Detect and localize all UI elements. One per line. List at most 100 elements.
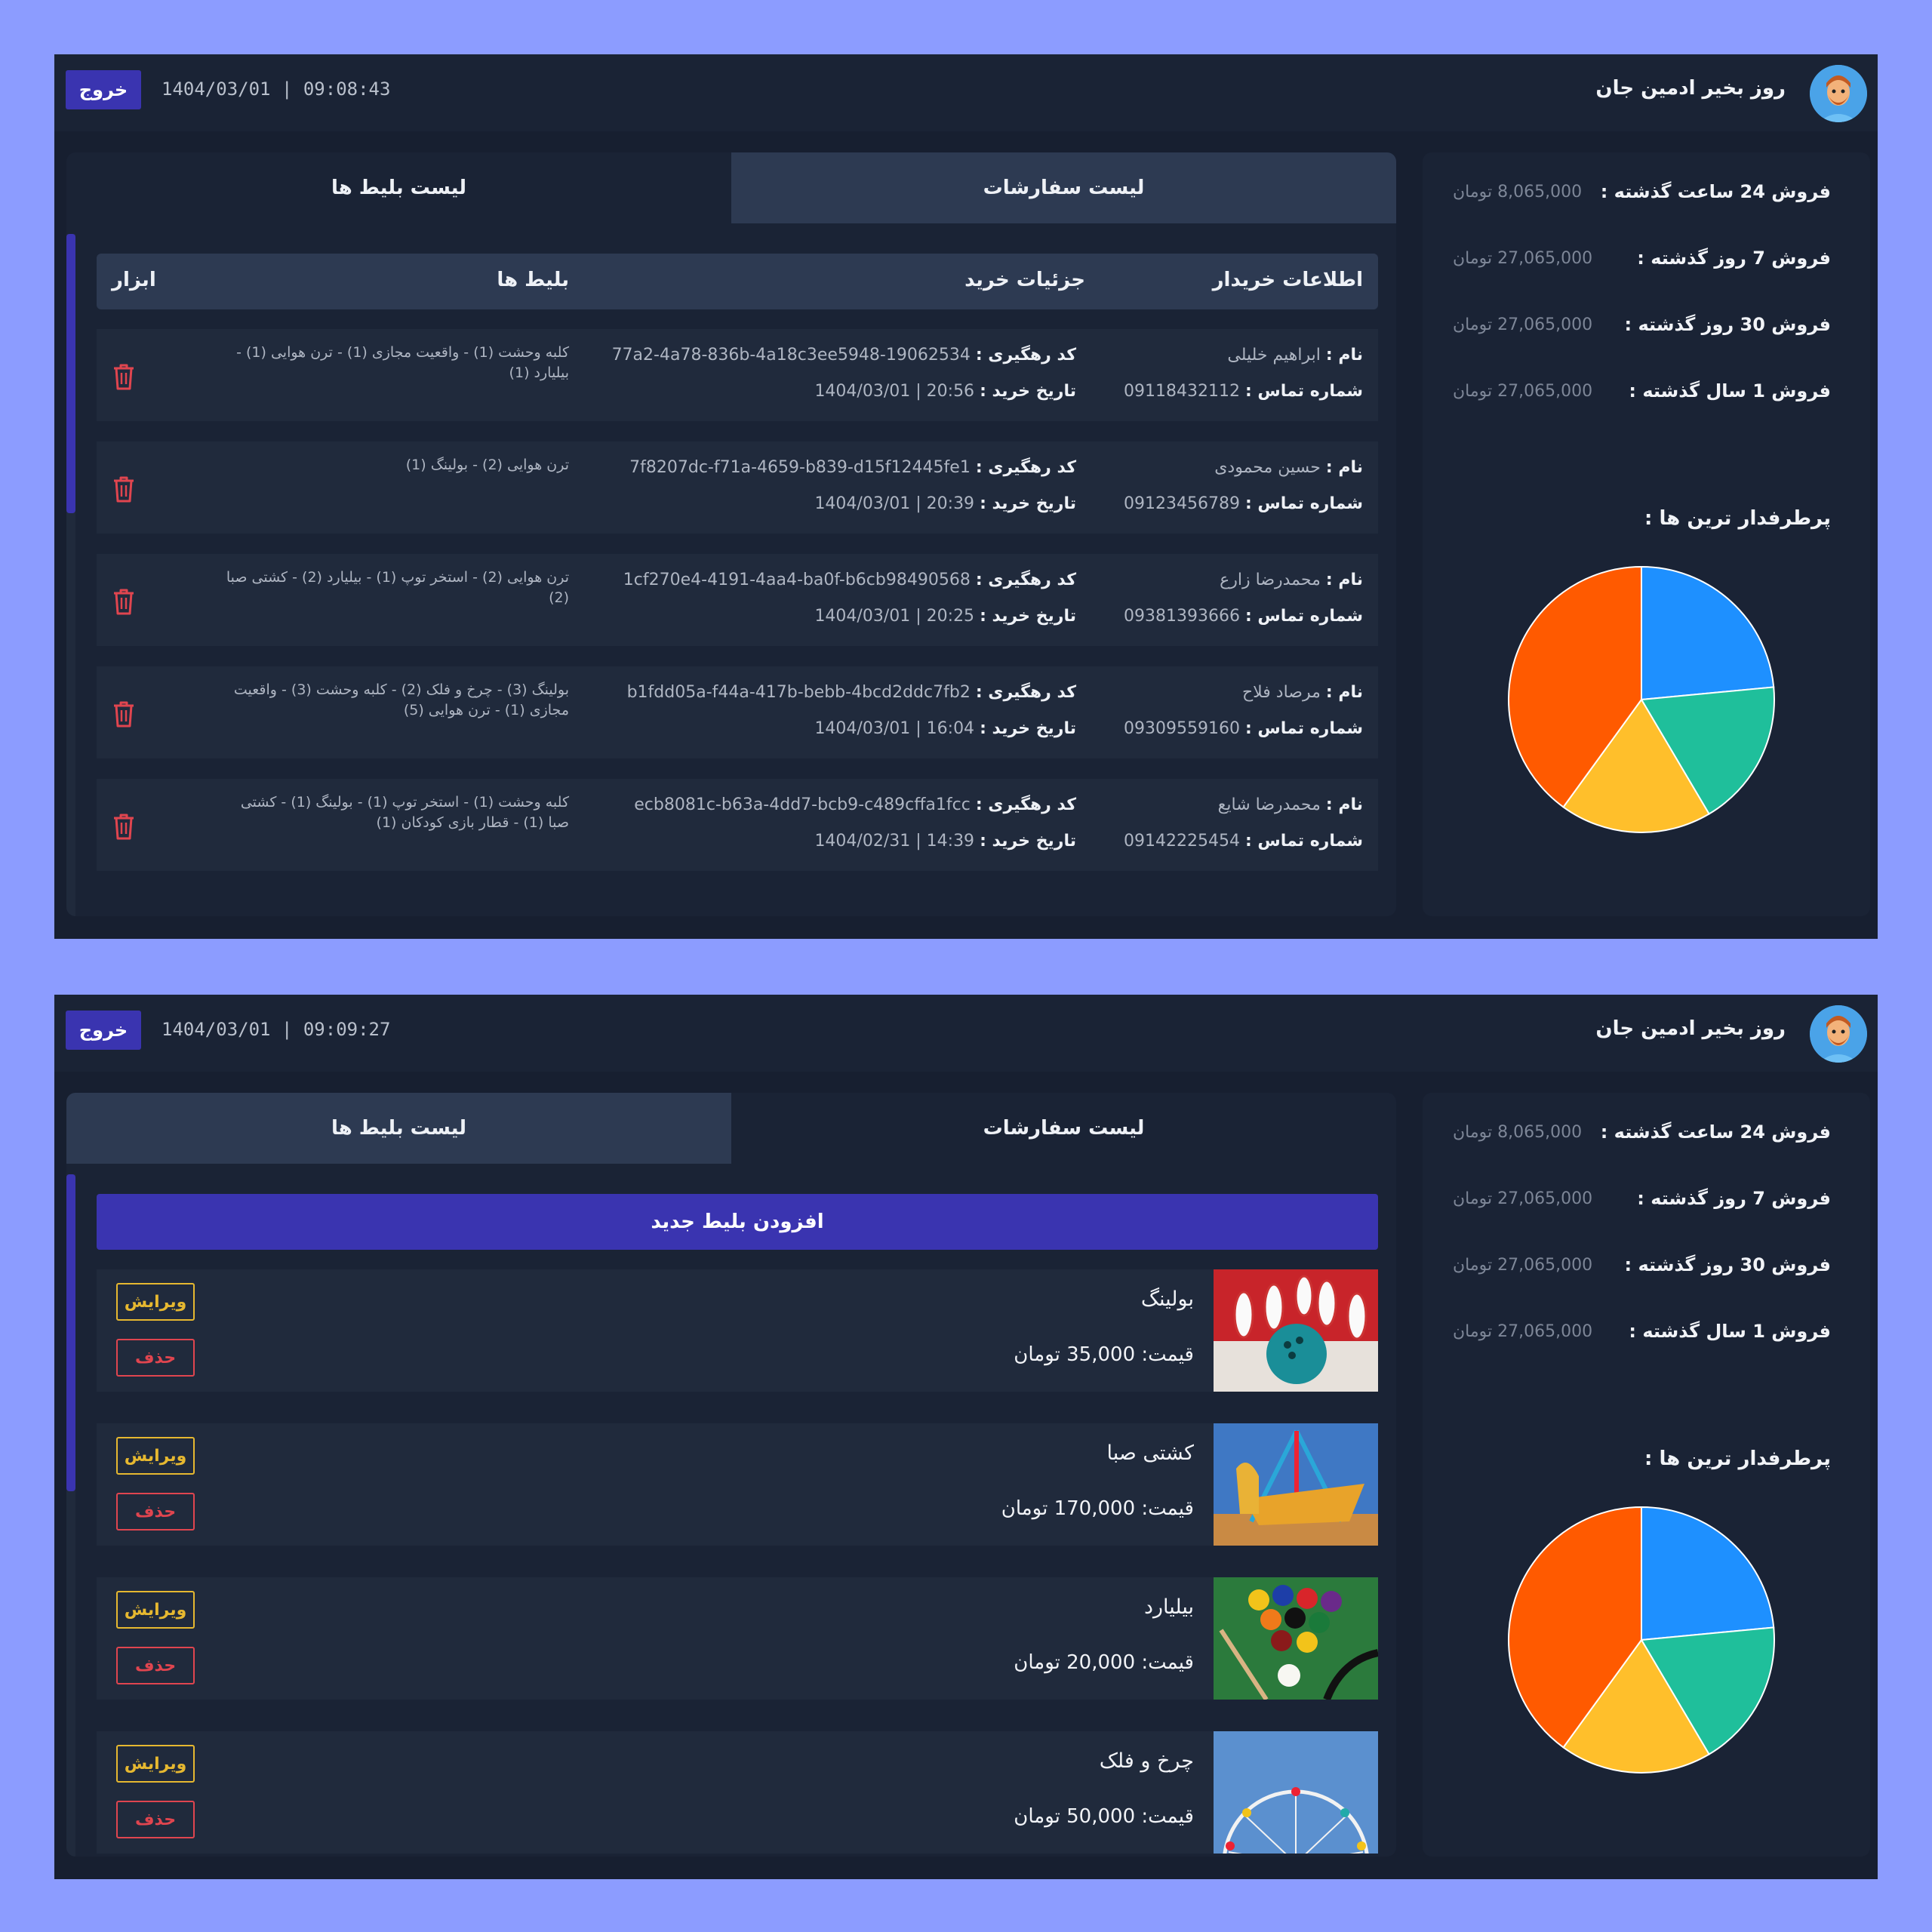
code-label: کد رهگیری : (975, 346, 1076, 365)
trash-icon[interactable] (112, 475, 136, 503)
name-label: نام : (1325, 458, 1363, 477)
delete-button[interactable]: حذف (116, 1647, 195, 1684)
stat-row: فروش 30 روز گذشته : 27,065,000 تومان (1453, 1251, 1831, 1281)
ticket-item: بولینگ قیمت: 35,000 تومان ویرایش حذف (97, 1269, 1378, 1392)
ticket-item: بیلیارد قیمت: 20,000 تومان ویرایش حذف (97, 1577, 1378, 1700)
ticket-summary: بولینگ (3) - چرخ و فلک (2) - کلبه وحشت (… (233, 681, 569, 718)
stat-label: فروش 30 روز گذشته : (1624, 1254, 1831, 1275)
pie-slice-1 (1641, 565, 1775, 701)
purchase-date: تاریخ خرید : 16:04 | 1404/03/01 (814, 719, 1076, 738)
pie-slice-1 (1641, 1506, 1775, 1641)
table-row: نام : ابراهیم خلیلی شماره تماس : 09118432… (97, 329, 1378, 421)
stat-label: فروش 7 روز گذشته : (1637, 1188, 1831, 1209)
top-header: روز بخیر ادمین جان خروج 1404/03/01 | 09:… (54, 995, 1878, 1072)
ticket-image-ferris-wheel (1214, 1731, 1378, 1854)
phone-label: شماره تماس : (1244, 607, 1363, 626)
ticket-price: قیمت: 35,000 تومان (1014, 1343, 1194, 1366)
dashboard-tickets-view: روز بخیر ادمین جان خروج 1404/03/01 | 09:… (54, 995, 1878, 1879)
edit-button[interactable]: ویرایش (116, 1283, 195, 1321)
stat-row: فروش 24 ساعت گذشته : 8,065,000 تومان (1453, 178, 1831, 208)
buyer-name: نام : مرصاد فلاح (1242, 683, 1363, 702)
buyer-phone: شماره تماس : 09381393666 (1124, 607, 1363, 626)
edit-button[interactable]: ویرایش (116, 1745, 195, 1783)
delete-button[interactable]: حذف (116, 1339, 195, 1377)
edit-button[interactable]: ویرایش (116, 1437, 195, 1475)
stat-label: فروش 1 سال گذشته : (1629, 380, 1831, 401)
phone-value: 09142225454 (1123, 832, 1240, 851)
name-value: مرصاد فلاح (1241, 683, 1321, 702)
avatar[interactable] (1810, 1005, 1867, 1063)
ticket-item: کشتی صبا قیمت: 170,000 تومان ویرایش حذف (97, 1423, 1378, 1546)
delete-button[interactable]: حذف (116, 1493, 195, 1531)
popular-title: پرطرفدار ترین ها : (1644, 507, 1831, 530)
phone-label: شماره تماس : (1244, 719, 1363, 738)
header-tickets: بلیط ها (497, 269, 569, 291)
stat-row: فروش 24 ساعت گذشته : 8,065,000 تومان (1453, 1118, 1831, 1149)
add-ticket-button[interactable]: افزودن بلیط جدید (97, 1194, 1378, 1250)
date-label: تاریخ خرید : (980, 382, 1076, 401)
buyer-name: نام : محمدرضا شایع (1218, 795, 1363, 814)
buyer-phone: شماره تماس : 09118432112 (1124, 382, 1363, 401)
phone-value: 09118432112 (1123, 382, 1240, 401)
tab-bar: لیست سفارشات لیست بلیط ها (66, 1093, 1396, 1164)
tickets-list: افزودن بلیط جدید بولینگ قیمت: 35,000 توم… (97, 1174, 1378, 1857)
stat-label: فروش 24 ساعت گذشته : (1600, 181, 1831, 202)
popular-pie-chart (1508, 565, 1775, 833)
datetime-display: 1404/03/01 | 09:08:43 (162, 78, 391, 100)
scrollbar-thumb[interactable] (66, 1174, 75, 1491)
stat-label: فروش 24 ساعت گذشته : (1600, 1121, 1831, 1143)
greeting-text: روز بخیر ادمین جان (1595, 77, 1786, 100)
buyer-name: نام : محمدرضا زارع (1220, 571, 1363, 589)
ticket-summary: ترن هوایی (2) - استخر توپ (1) - بیلیارد … (226, 569, 569, 606)
logout-button[interactable]: خروج (66, 1011, 141, 1050)
trash-icon[interactable] (112, 587, 136, 616)
phone-label: شماره تماس : (1244, 494, 1363, 513)
tab-orders[interactable]: لیست سفارشات (731, 152, 1396, 223)
purchase-date: تاریخ خرید : 14:39 | 1404/02/31 (814, 832, 1076, 851)
scrollbar[interactable] (66, 1174, 75, 1857)
sales-stats-card: فروش 24 ساعت گذشته : 8,065,000 تومان فرو… (1423, 1093, 1870, 1857)
top-header: روز بخیر ادمین جان خروج 1404/03/01 | 09:… (54, 54, 1878, 131)
table-row: نام : حسین محمودی شماره تماس : 0912345678… (97, 441, 1378, 534)
tab-bar: لیست سفارشات لیست بلیط ها (66, 152, 1396, 223)
main-card: لیست سفارشات لیست بلیط ها افزودن بلیط جد… (66, 1093, 1396, 1857)
scrollbar-thumb[interactable] (66, 234, 75, 513)
edit-button[interactable]: ویرایش (116, 1591, 195, 1629)
ticket-summary: کلبه وحشت (1) - استخر توپ (1) - بولینگ (… (240, 794, 569, 831)
buyer-phone: شماره تماس : 09123456789 (1124, 494, 1363, 513)
logout-button[interactable]: خروج (66, 70, 141, 109)
trash-icon[interactable] (112, 700, 136, 728)
phone-label: شماره تماس : (1244, 382, 1363, 401)
ticket-name: چرخ و فلک (1099, 1749, 1194, 1773)
scrollbar[interactable] (66, 234, 75, 916)
ticket-image-billiard (1214, 1577, 1378, 1700)
phone-value: 09309559160 (1123, 719, 1240, 738)
name-label: نام : (1325, 795, 1363, 814)
purchase-date: تاریخ خرید : 20:56 | 1404/03/01 (814, 382, 1076, 401)
ticket-price: قیمت: 170,000 تومان (1001, 1497, 1194, 1520)
name-label: نام : (1325, 346, 1363, 365)
stat-row: فروش 30 روز گذشته : 27,065,000 تومان (1453, 311, 1831, 341)
stat-label: فروش 7 روز گذشته : (1637, 248, 1831, 269)
ticket-name: بیلیارد (1143, 1595, 1194, 1619)
stat-value: 27,065,000 تومان (1453, 1256, 1593, 1275)
tab-tickets[interactable]: لیست بلیط ها (66, 152, 731, 223)
purchase-date: تاریخ خرید : 20:25 | 1404/03/01 (814, 607, 1076, 626)
buyer-name: نام : ابراهیم خلیلی (1227, 346, 1363, 365)
trash-icon[interactable] (112, 812, 136, 841)
avatar-illustration (1810, 1005, 1867, 1063)
tab-tickets[interactable]: لیست بلیط ها (66, 1093, 731, 1164)
name-label: نام : (1325, 571, 1363, 589)
stat-value: 8,065,000 تومان (1453, 183, 1583, 202)
trash-icon[interactable] (112, 362, 136, 391)
stat-label: فروش 1 سال گذشته : (1629, 1321, 1831, 1342)
header-tools: ابزار (112, 269, 156, 291)
stat-value: 8,065,000 تومان (1453, 1123, 1583, 1142)
table-row: نام : مرصاد فلاح شماره تماس : 09309559160… (97, 666, 1378, 758)
delete-button[interactable]: حذف (116, 1801, 195, 1838)
ticket-item: چرخ و فلک قیمت: 50,000 تومان ویرایش حذف (97, 1731, 1378, 1854)
buyer-phone: شماره تماس : 09309559160 (1124, 719, 1363, 738)
purchase-date: تاریخ خرید : 20:39 | 1404/03/01 (814, 494, 1076, 513)
avatar[interactable] (1810, 65, 1867, 122)
tab-orders[interactable]: لیست سفارشات (731, 1093, 1396, 1164)
